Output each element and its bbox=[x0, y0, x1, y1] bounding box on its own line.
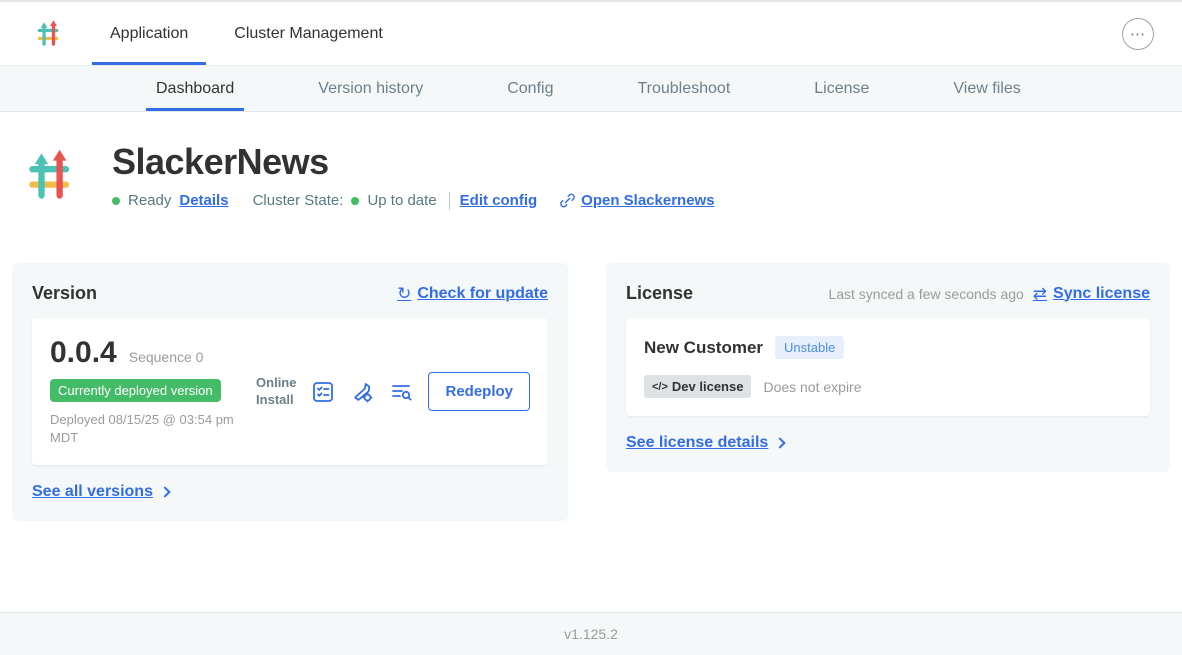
cluster-state-dot bbox=[351, 197, 359, 205]
install-type-label: Online Install bbox=[256, 375, 296, 409]
subnav-item-license[interactable]: License bbox=[804, 66, 879, 111]
divider bbox=[449, 192, 450, 210]
subnav-item-view-files[interactable]: View files bbox=[943, 66, 1030, 111]
app-icon bbox=[22, 142, 80, 215]
open-app-link-label: Open Slackernews bbox=[581, 192, 714, 209]
license-panel: New Customer Unstable </> Dev license Do… bbox=[626, 318, 1150, 416]
sync-license-link[interactable]: ⇄ Sync license bbox=[1033, 284, 1150, 304]
code-icon: </> bbox=[652, 381, 668, 393]
ellipsis-icon: ⋯ bbox=[1130, 25, 1146, 43]
console-version: v1.125.2 bbox=[564, 626, 618, 642]
customer-name: New Customer bbox=[644, 338, 763, 358]
details-link[interactable]: Details bbox=[179, 192, 228, 209]
view-logs-button[interactable] bbox=[389, 380, 413, 404]
app-footer: v1.125.2 bbox=[0, 612, 1182, 655]
channel-badge: Unstable bbox=[775, 336, 844, 359]
license-card-title: License bbox=[626, 283, 693, 304]
tab-application[interactable]: Application bbox=[92, 2, 206, 65]
license-card: License Last synced a few seconds ago ⇄ … bbox=[606, 263, 1170, 472]
ready-status-dot bbox=[112, 197, 120, 205]
version-number: 0.0.4 bbox=[50, 336, 117, 370]
main-content: SlackerNews Ready Details Cluster State:… bbox=[0, 112, 1182, 612]
preflight-checks-button[interactable] bbox=[311, 380, 335, 404]
dashboard-cards: Version ↻ Check for update 0.0.4 Sequenc… bbox=[0, 215, 1182, 521]
tab-cluster-management[interactable]: Cluster Management bbox=[216, 2, 401, 65]
logs-search-icon bbox=[389, 380, 413, 404]
subnav-item-dashboard[interactable]: Dashboard bbox=[146, 66, 244, 111]
preflight-checklist-icon bbox=[311, 380, 335, 404]
page-title: SlackerNews bbox=[112, 142, 723, 182]
license-type-badge: </> Dev license bbox=[644, 375, 751, 398]
external-link-icon bbox=[559, 192, 576, 209]
edit-config-link[interactable]: Edit config bbox=[460, 192, 538, 209]
license-expiry: Does not expire bbox=[763, 379, 861, 395]
open-app-link[interactable]: Open Slackernews bbox=[559, 192, 714, 209]
redeploy-button[interactable]: Redeploy bbox=[428, 372, 530, 411]
see-license-details-link[interactable]: See license details bbox=[626, 434, 768, 452]
check-for-update-label: Check for update bbox=[417, 285, 548, 303]
version-card-title: Version bbox=[32, 283, 97, 304]
subnav-item-config[interactable]: Config bbox=[497, 66, 563, 111]
app-subnav: Dashboard Version history Config Trouble… bbox=[0, 66, 1182, 112]
app-logo[interactable] bbox=[34, 2, 64, 65]
refresh-icon: ↻ bbox=[397, 284, 411, 304]
last-synced-label: Last synced a few seconds ago bbox=[828, 286, 1023, 302]
chevron-right-icon bbox=[775, 437, 786, 448]
check-for-update-link[interactable]: ↻ Check for update bbox=[397, 284, 548, 304]
ready-status-label: Ready bbox=[128, 192, 171, 209]
config-wrench-icon bbox=[350, 380, 374, 404]
version-card: Version ↻ Check for update 0.0.4 Sequenc… bbox=[12, 263, 568, 521]
more-menu-button[interactable]: ⋯ bbox=[1122, 18, 1154, 50]
cluster-state-label: Cluster State: bbox=[253, 192, 344, 209]
top-navbar: Application Cluster Management ⋯ bbox=[0, 2, 1182, 66]
app-header: SlackerNews Ready Details Cluster State:… bbox=[0, 112, 1182, 215]
deployed-timestamp: Deployed 08/15/25 @ 03:54 pm MDT bbox=[50, 411, 245, 447]
subnav-item-version-history[interactable]: Version history bbox=[308, 66, 433, 111]
sequence-label: Sequence 0 bbox=[129, 349, 204, 365]
see-all-versions-link[interactable]: See all versions bbox=[32, 483, 153, 501]
slackernews-app-icon bbox=[22, 142, 80, 210]
slackernews-logo-icon bbox=[34, 16, 64, 52]
chevron-right-icon bbox=[159, 487, 170, 498]
current-version-panel: 0.0.4 Sequence 0 Currently deployed vers… bbox=[32, 318, 548, 465]
sync-license-label: Sync license bbox=[1053, 285, 1150, 303]
sync-icon: ⇄ bbox=[1033, 284, 1047, 304]
cluster-state-value: Up to date bbox=[367, 192, 436, 209]
edit-config-button[interactable] bbox=[350, 380, 374, 404]
subnav-item-troubleshoot[interactable]: Troubleshoot bbox=[627, 66, 740, 111]
deployed-version-badge: Currently deployed version bbox=[50, 379, 221, 402]
app-status-row: Ready Details Cluster State: Up to date … bbox=[112, 192, 723, 210]
top-tabs: Application Cluster Management bbox=[92, 2, 411, 65]
